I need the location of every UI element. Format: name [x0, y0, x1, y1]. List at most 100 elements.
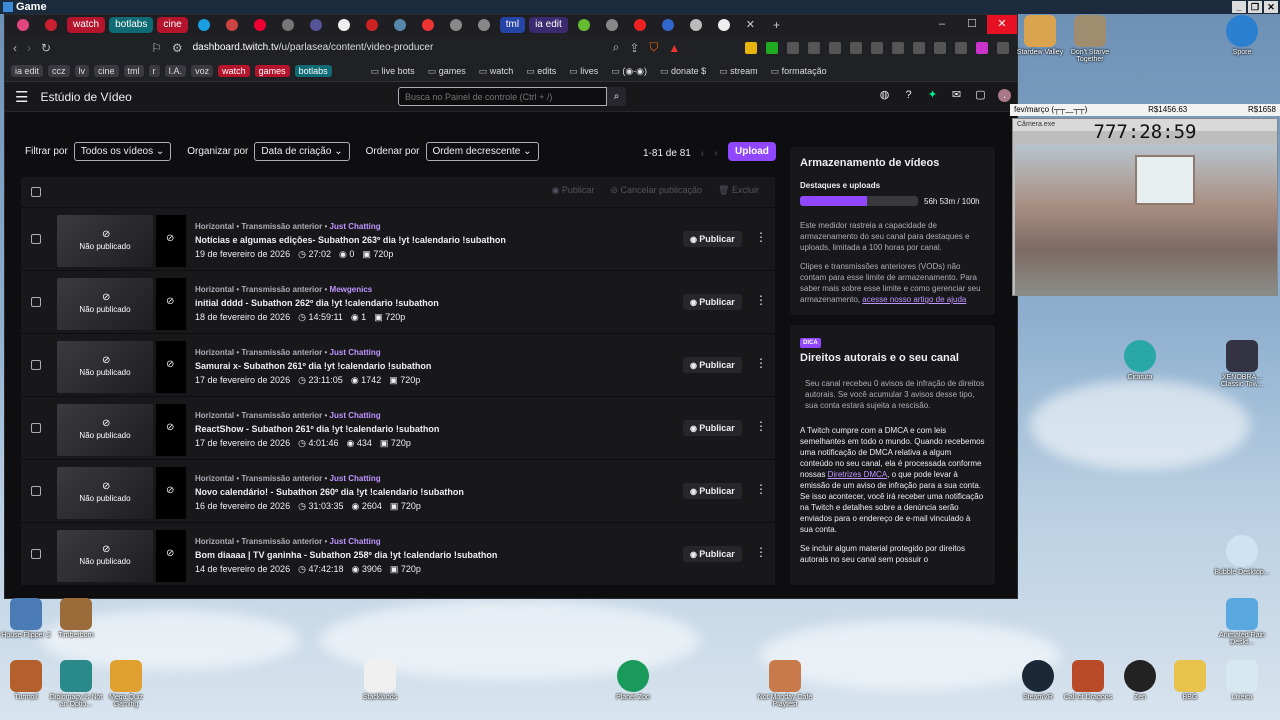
desktop-icon[interactable]: Spore — [1212, 15, 1272, 56]
tab-favicon[interactable] — [393, 18, 406, 31]
more-options-icon[interactable]: ⋮ — [755, 293, 767, 307]
avatar[interactable]: . — [998, 89, 1011, 102]
tab-favicon[interactable] — [605, 18, 618, 31]
visibility-toggle[interactable]: ⊘ — [156, 530, 186, 582]
video-title[interactable]: Samurai x- Subathon 261º dia !yt !calend… — [195, 361, 665, 371]
tab-favicon[interactable] — [225, 18, 238, 31]
row-checkbox[interactable] — [31, 234, 41, 244]
table-row[interactable]: ⊘ Não publicado ⊘ Horizontal • Transmissão … — [21, 459, 775, 522]
bookmark-folder[interactable]: stream — [715, 65, 762, 78]
extension-icon[interactable] — [808, 41, 820, 54]
table-row[interactable]: ⊘ Não publicado ⊘ Horizontal • Transmissão … — [21, 207, 775, 270]
row-checkbox[interactable] — [31, 423, 41, 433]
filter-dropdown[interactable]: Todos os vídeos — [73, 142, 172, 161]
video-thumbnail[interactable]: ⊘ Não publicado — [57, 467, 153, 519]
bookmark-item[interactable]: cine — [94, 65, 119, 77]
shield-icon[interactable]: ⛉ — [649, 40, 658, 55]
extension-icon[interactable] — [871, 41, 883, 54]
video-category[interactable]: Just Chatting — [330, 537, 381, 546]
tab-tml[interactable]: tml — [499, 16, 526, 33]
bookmark-item[interactable]: I.A. — [164, 65, 187, 77]
tab-ia-edit[interactable]: ia edit — [529, 16, 568, 33]
restore-icon[interactable]: ❐ — [1248, 1, 1262, 13]
prev-page-icon[interactable]: ‹ — [701, 148, 704, 159]
extension-icon[interactable] — [976, 41, 988, 54]
minimize-icon[interactable]: _ — [1232, 1, 1246, 13]
visibility-toggle[interactable]: ⊘ — [156, 467, 186, 519]
publish-button[interactable]: Publicar — [683, 357, 742, 373]
hamburger-menu-icon[interactable]: ☰ — [15, 88, 28, 106]
visibility-toggle[interactable]: ⊘ — [156, 341, 186, 393]
tab-botlabs[interactable]: botlabs — [109, 16, 154, 33]
video-category[interactable]: Mewgenics — [330, 285, 373, 294]
bookmark-folder[interactable]: donate $ — [656, 65, 710, 78]
tab-favicon[interactable] — [45, 18, 57, 31]
tab-favicon[interactable] — [577, 18, 590, 31]
video-title[interactable]: Novo calendário! - Subathon 260º dia !yt… — [195, 487, 665, 497]
extension-icon[interactable] — [787, 41, 799, 54]
help-article-link[interactable]: acesse nosso artigo de ajuda — [862, 295, 966, 304]
spark-icon[interactable]: ✦ — [926, 89, 939, 102]
desktop-icon[interactable]: Stacklands — [350, 660, 410, 701]
bookmark-item[interactable]: lv — [74, 65, 90, 77]
bookmark-item[interactable]: games — [254, 65, 290, 77]
video-title[interactable]: ReactShow - Subathon 261º dia !yt !calen… — [195, 424, 665, 434]
desktop-icon[interactable]: Mega Quiz Gaming — [96, 660, 156, 708]
more-options-icon[interactable]: ⋮ — [755, 419, 767, 433]
desktop-icon[interactable]: BBG — [1160, 660, 1220, 701]
desktop-icon[interactable]: Planet Zoo — [603, 660, 663, 701]
desktop-icon[interactable]: Lixeira — [1212, 660, 1272, 701]
site-settings-icon[interactable]: ⚙ — [172, 41, 183, 55]
bookmark-item[interactable]: ccz — [48, 65, 70, 77]
video-thumbnail[interactable]: ⊘ Não publicado — [57, 341, 153, 393]
publish-button[interactable]: Publicar — [683, 294, 742, 310]
maximize-icon[interactable]: ☐ — [957, 15, 987, 34]
help-icon[interactable]: ? — [902, 89, 915, 102]
table-row[interactable]: ⊘ Não publicado ⊘ Horizontal • Transmissão … — [21, 333, 775, 396]
extension-icon[interactable] — [766, 41, 778, 54]
tab-close-icon[interactable]: ✕ — [746, 18, 755, 31]
desktop-icon[interactable]: XENOBRA... Classic Tow... — [1212, 340, 1272, 388]
forward-icon[interactable]: › — [27, 41, 31, 55]
bookmark-icon[interactable]: ⚐ — [151, 41, 162, 55]
bulk-cancel-button[interactable]: ⊘ Cancelar publicação — [610, 185, 702, 196]
tab-favicon[interactable] — [477, 18, 490, 31]
video-thumbnail[interactable]: ⊘ Não publicado — [57, 215, 153, 267]
rewards-icon[interactable]: ▲ — [668, 41, 680, 55]
bulk-publish-button[interactable]: ◉ Publicar — [552, 185, 595, 196]
table-row[interactable]: ⊘ Não publicado ⊘ Horizontal • Transmissão … — [21, 522, 775, 585]
tab-favicon[interactable] — [717, 18, 730, 31]
creator-icon[interactable]: ◍ — [878, 89, 891, 102]
sort-dropdown[interactable]: Ordem decrescente — [425, 142, 539, 161]
share-icon[interactable]: ⇪ — [629, 41, 639, 55]
more-options-icon[interactable]: ⋮ — [755, 230, 767, 244]
bookmark-item[interactable]: voz — [191, 65, 214, 77]
video-title[interactable]: initial dddd - Subathon 262º dia !yt !ca… — [195, 298, 665, 308]
video-title[interactable]: Notícias e algumas edições- Subathon 263… — [195, 235, 665, 245]
upload-button[interactable]: Upload — [728, 142, 776, 161]
desktop-icon[interactable]: Bubble Desktop... — [1212, 535, 1272, 576]
extension-icon[interactable] — [892, 41, 904, 54]
visibility-toggle[interactable]: ⊘ — [156, 278, 186, 330]
video-category[interactable]: Just Chatting — [330, 348, 381, 357]
desktop-icon[interactable]: Call of Dragons — [1058, 660, 1118, 701]
dmca-link[interactable]: Diretrizes DMCA — [828, 470, 888, 479]
row-checkbox[interactable] — [31, 486, 41, 496]
bookmark-folder[interactable]: edits — [522, 65, 560, 78]
menu-icon[interactable] — [997, 41, 1009, 54]
row-checkbox[interactable] — [31, 297, 41, 307]
row-checkbox[interactable] — [31, 360, 41, 370]
publish-button[interactable]: Publicar — [683, 231, 742, 247]
next-page-icon[interactable]: › — [714, 148, 717, 159]
extension-icon[interactable] — [829, 41, 841, 54]
visibility-toggle[interactable]: ⊘ — [156, 404, 186, 456]
close-icon[interactable]: ✕ — [1264, 1, 1278, 13]
minimize-icon[interactable]: – — [927, 15, 957, 34]
desktop-icon[interactable]: Not Monday Cafe Playtest — [755, 660, 815, 708]
video-category[interactable]: Just Chatting — [330, 474, 381, 483]
select-all-checkbox[interactable] — [31, 187, 41, 197]
bookmark-item[interactable]: watch — [218, 65, 250, 77]
inbox-icon[interactable]: ✉ — [950, 89, 963, 102]
bookmark-folder[interactable]: lives — [565, 65, 602, 78]
more-options-icon[interactable]: ⋮ — [755, 482, 767, 496]
